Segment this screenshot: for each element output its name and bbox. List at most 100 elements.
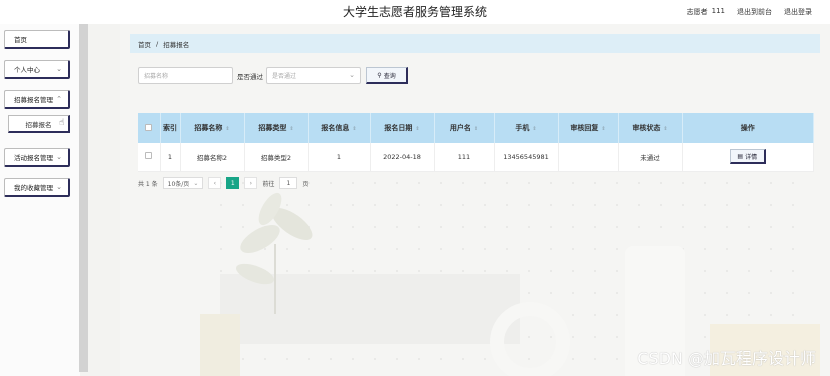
sidebar-item-home[interactable]: 首页 (4, 30, 70, 49)
recruit-signup-table: 索引 招募名称 ⇕ 招募类型 ⇕ 报名信息 ⇕ 报名日期 ⇕ 用户名 ⇕ 手机 ⇕ 审核回复… (138, 113, 814, 172)
goto-page-input[interactable]: 1 (279, 177, 298, 189)
sidebar-item-recruit-manage[interactable]: 招募报名管理 ⌃ (4, 90, 70, 109)
sort-icon[interactable]: ⇕ (532, 126, 536, 132)
sort-icon[interactable]: ⇕ (474, 126, 478, 132)
sidebar-item-label: 活动报名管理 (14, 154, 53, 162)
header-label: 用户名 (449, 124, 471, 132)
query-button[interactable]: ⚲ 查询 (366, 67, 408, 84)
cell-action: ▤ 详情 (682, 143, 814, 172)
table-header-row: 索引 招募名称 ⇕ 招募类型 ⇕ 报名信息 ⇕ 报名日期 ⇕ 用户名 ⇕ 手机 ⇕ 审核回复… (138, 113, 814, 143)
col-header-recruit-type[interactable]: 招募类型 ⇕ (244, 113, 309, 143)
row-select-cell (138, 143, 161, 172)
col-header-status[interactable]: 审核状态 ⇕ (618, 113, 683, 143)
status-select-placeholder: 是否通过 (272, 73, 297, 80)
search-icon: ⚲ (377, 71, 382, 79)
row-checkbox[interactable] (145, 152, 153, 160)
header-label: 报名信息 (321, 124, 350, 132)
sidebar-item-label: 招募报名 (25, 120, 52, 129)
header-user-area: 志愿者 111 退出到前台 退出登录 (687, 7, 812, 17)
sidebar: 首页 个人中心 ⌄ 招募报名管理 ⌃ 招募报名 ☝ 活动报名管理 ⌄ 我的收藏管… (0, 24, 80, 376)
sort-icon[interactable]: ⇕ (225, 126, 229, 132)
cell-reply (558, 143, 619, 172)
breadcrumb-current: 招募报名 (163, 40, 190, 49)
sidebar-item-favorites-manage[interactable]: 我的收藏管理 ⌄ (4, 178, 70, 197)
col-header-index: 索引 (160, 113, 181, 143)
col-header-signup-date[interactable]: 报名日期 ⇕ (370, 113, 435, 143)
background-ring (490, 302, 570, 376)
cell-phone: 13456545981 (494, 143, 559, 172)
header-label: 操作 (740, 124, 755, 132)
page-number[interactable]: 1 (226, 177, 240, 189)
header-label: 审核回复 (570, 124, 599, 132)
logout-link[interactable]: 退出登录 (784, 7, 812, 17)
goto-label: 前往 (262, 180, 275, 188)
breadcrumb-home[interactable]: 首页 (138, 39, 151, 49)
cell-status: 未通过 (618, 143, 683, 172)
breadcrumb: 首页 / 招募报名 (130, 34, 820, 53)
page-size-select[interactable]: 10条/页 ⌄ (162, 177, 204, 189)
sidebar-item-label: 招募报名管理 (14, 96, 53, 104)
chevron-down-icon: ⌄ (349, 71, 355, 79)
cell-recruit-type: 招募类型2 (244, 143, 309, 172)
sidebar-item-personal-center[interactable]: 个人中心 ⌄ (4, 60, 70, 79)
sidebar-item-activity-manage[interactable]: 活动报名管理 ⌄ (4, 148, 70, 167)
sidebar-scrollbar[interactable] (79, 24, 88, 372)
chevron-down-icon: ⌄ (56, 183, 62, 191)
header-label: 审核状态 (632, 124, 661, 132)
col-header-phone[interactable]: 手机 ⇕ (494, 113, 559, 143)
chevron-down-icon: ⌄ (56, 65, 62, 73)
col-header-recruit-name[interactable]: 招募名称 ⇕ (180, 113, 245, 143)
sort-icon[interactable]: ⇕ (289, 126, 293, 132)
sort-icon[interactable]: ⇕ (352, 126, 356, 132)
col-header-signup-info[interactable]: 报名信息 ⇕ (308, 113, 371, 143)
top-header: 大学生志愿者服务管理系统 志愿者 111 退出到前台 退出登录 (0, 0, 830, 24)
col-header-reply[interactable]: 审核回复 ⇕ (558, 113, 619, 143)
hand-cursor-icon: ☝ (59, 118, 65, 128)
detail-button[interactable]: ▤ 详情 (729, 149, 766, 165)
select-all-checkbox[interactable] (145, 123, 153, 131)
sidebar-item-label: 我的收藏管理 (14, 184, 53, 192)
total-count: 共 1 条 (138, 180, 158, 188)
cell-signup-info: 1 (308, 143, 371, 172)
username: 111 (711, 7, 725, 15)
main-content: 首页 / 招募报名 招募名称 是否通过 是否通过 ⌄ ⚲ 查询 索引 招募名称 ⇕… (120, 24, 830, 376)
sidebar-item-label: 个人中心 (14, 66, 40, 74)
watermark: CSDN @加瓦程序设计师 (637, 349, 816, 368)
status-filter-label: 是否通过 (237, 72, 263, 81)
cell-recruit-name: 招募名称2 (180, 143, 245, 172)
status-select[interactable]: 是否通过 ⌄ (266, 67, 361, 84)
header-label: 索引 (163, 124, 177, 132)
header-label: 招募类型 (258, 124, 287, 132)
next-page-button[interactable]: › (244, 177, 258, 189)
select-all-cell (138, 113, 161, 143)
current-user: 志愿者 111 (687, 7, 725, 17)
background-plant-illustration (236, 192, 313, 314)
background-block (200, 314, 240, 376)
header-label: 招募名称 (194, 124, 223, 132)
sort-icon[interactable]: ⇕ (415, 126, 419, 132)
pagination: 共 1 条 10条/页 ⌄ ‹ 1 › 前往 1 页 (138, 177, 308, 189)
sort-icon[interactable]: ⇕ (663, 126, 667, 132)
chevron-down-icon: ⌄ (193, 179, 199, 187)
page-size-value: 10条/页 (167, 180, 190, 188)
header-label: 手机 (515, 124, 530, 132)
chevron-down-icon: ⌄ (56, 153, 62, 161)
search-bar: 招募名称 是否通过 是否通过 ⌄ ⚲ 查询 (138, 67, 408, 84)
cell-username: 111 (434, 143, 495, 172)
prev-page-button[interactable]: ‹ (208, 177, 222, 189)
col-header-action: 操作 (682, 113, 814, 143)
recruit-name-input[interactable]: 招募名称 (138, 67, 233, 84)
sidebar-subitem-recruit-signup[interactable]: 招募报名 ☝ (8, 115, 70, 133)
table-row: 1 招募名称2 招募类型2 1 2022-04-18 111 134565459… (138, 143, 814, 172)
document-icon: ▤ (737, 152, 744, 160)
chevron-up-icon: ⌃ (56, 95, 62, 103)
header-label: 报名日期 (384, 124, 413, 132)
back-to-front-link[interactable]: 退出到前台 (737, 7, 772, 17)
cell-index: 1 (160, 143, 181, 172)
sort-icon[interactable]: ⇕ (601, 126, 605, 132)
breadcrumb-separator: / (156, 39, 159, 48)
cell-signup-date: 2022-04-18 (370, 143, 435, 172)
user-role: 志愿者 (686, 8, 708, 16)
col-header-username[interactable]: 用户名 ⇕ (434, 113, 495, 143)
goto-suffix: 页 (302, 180, 309, 188)
